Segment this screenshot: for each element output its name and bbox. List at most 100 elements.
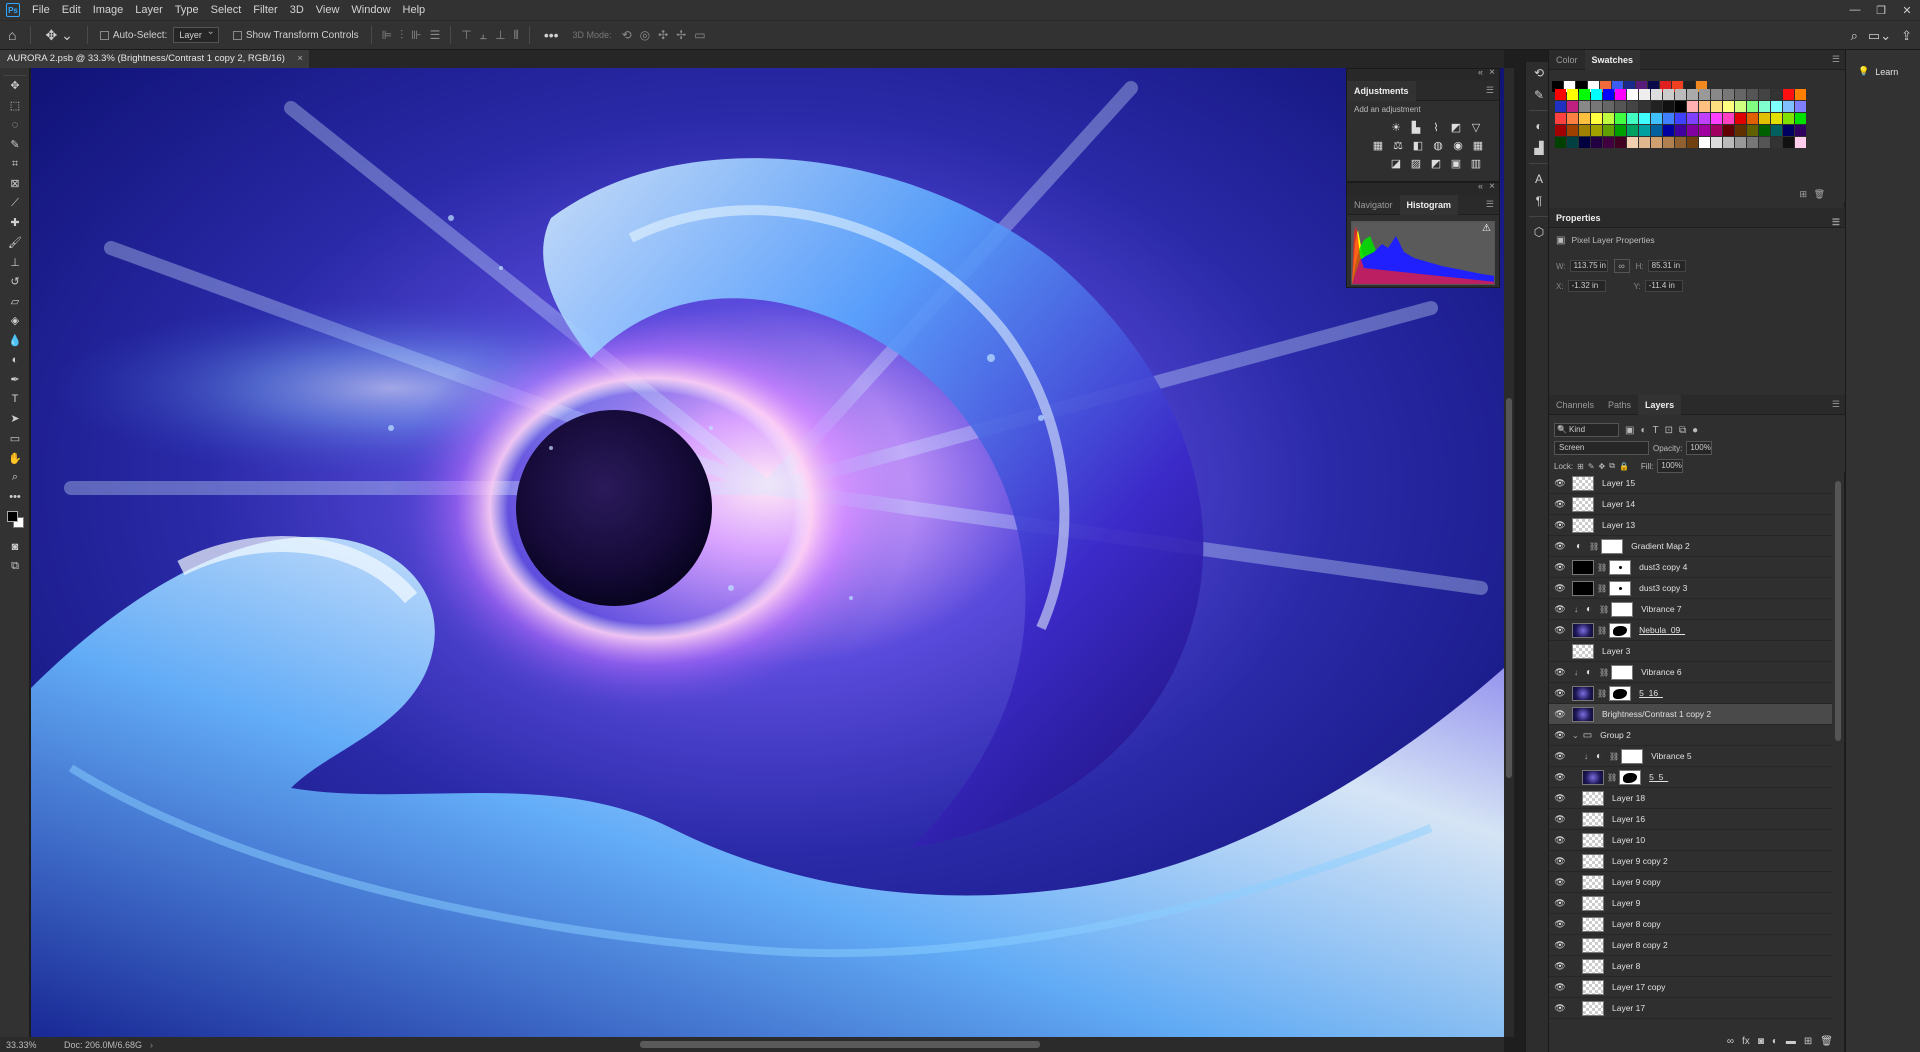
visibility-eye-icon[interactable]: 👁 (1552, 877, 1568, 888)
visibility-eye-icon[interactable]: 👁 (1552, 940, 1568, 951)
link-layers-icon[interactable]: ∞ (1727, 1036, 1734, 1047)
canvas-horizontal-scrollbar[interactable] (640, 1041, 1040, 1048)
swatch[interactable] (1555, 137, 1566, 148)
distribute-icon[interactable]: ☰ (426, 28, 445, 42)
layer-row[interactable]: 👁 Layer 9 copy (1549, 872, 1832, 893)
align-middle-icon[interactable]: ⫠ (476, 28, 491, 43)
swatch[interactable] (1663, 125, 1674, 136)
tab-color[interactable]: Color (1549, 50, 1585, 70)
blur-tool-icon[interactable]: 💧 (0, 331, 30, 351)
swatch[interactable] (1555, 125, 1566, 136)
swatch[interactable] (1651, 89, 1662, 100)
threshold-icon[interactable]: ◩ (1427, 154, 1445, 172)
swatch[interactable] (1579, 125, 1590, 136)
new-adjustment-icon[interactable]: ◐ (1772, 1036, 1778, 1047)
edit-toolbar-icon[interactable]: ••• (0, 487, 30, 507)
x-field[interactable]: -1.32 in (1567, 280, 1606, 292)
filter-shape-icon[interactable]: ⊡ (1665, 425, 1673, 436)
swatch[interactable] (1687, 101, 1698, 112)
visibility-eye-icon[interactable]: 👁 (1552, 856, 1568, 867)
fill-field[interactable]: 100% (1657, 459, 1684, 473)
invert-icon[interactable]: ◪ (1387, 154, 1405, 172)
swatch[interactable] (1771, 125, 1782, 136)
swatch[interactable] (1603, 137, 1614, 148)
search-icon[interactable]: ⌕ (1851, 28, 1858, 44)
share-icon[interactable]: ⇪ (1901, 28, 1912, 44)
swatch[interactable] (1699, 125, 1710, 136)
visibility-eye-icon[interactable]: 👁 (1552, 541, 1568, 552)
document-canvas[interactable] (31, 68, 1504, 1037)
transform-controls-checkbox[interactable]: Show Transform Controls (232, 30, 359, 41)
auto-select-dropdown[interactable]: Layer (173, 25, 219, 43)
swatch[interactable] (1759, 89, 1770, 100)
swatch[interactable] (1639, 89, 1650, 100)
visibility-eye-icon[interactable]: 👁 (1552, 583, 1568, 594)
filter-type-icon[interactable]: T (1653, 425, 1659, 436)
swatch[interactable] (1735, 125, 1746, 136)
vibrance-icon[interactable]: ▽ (1467, 118, 1485, 136)
swatch[interactable] (1579, 137, 1590, 148)
dodge-tool-icon[interactable]: ◐ (0, 350, 30, 370)
swatch[interactable] (1663, 137, 1674, 148)
layer-row[interactable]: 👁 ↓ ◐ ⛓ Vibrance 5 (1549, 746, 1832, 767)
rectangle-tool-icon[interactable]: ▭ (0, 429, 30, 449)
align-top-icon[interactable]: ⊤ (457, 28, 475, 42)
swatch[interactable] (1579, 89, 1590, 100)
swatch[interactable] (1615, 89, 1626, 100)
layer-row[interactable]: 👁 Layer 8 copy (1549, 914, 1832, 935)
black-white-icon[interactable]: ◧ (1409, 136, 1427, 154)
layer-row[interactable]: 👁 ⛓ 5_16_ (1549, 683, 1832, 704)
swatch[interactable] (1771, 89, 1782, 100)
visibility-eye-icon[interactable]: 👁 (1552, 1003, 1568, 1014)
swatch[interactable] (1639, 101, 1650, 112)
color-balance-icon[interactable]: ⚖ (1389, 136, 1407, 154)
distribute-vertical-icon[interactable]: ⦀ (510, 28, 523, 43)
visibility-eye-icon[interactable]: 👁 (1552, 751, 1568, 762)
visibility-eye-icon[interactable]: 👁 (1552, 961, 1568, 972)
visibility-eye-icon[interactable]: 👁 (1552, 478, 1568, 489)
visibility-eye-icon[interactable]: 👁 (1552, 604, 1568, 615)
swatch[interactable] (1591, 89, 1602, 100)
align-right-icon[interactable]: ⊪ (407, 28, 425, 42)
swatch[interactable] (1747, 125, 1758, 136)
status-arrow-icon[interactable]: › (150, 1040, 153, 1050)
color-lookup-icon[interactable]: ▦ (1469, 136, 1487, 154)
photo-filter-icon[interactable]: ◍ (1429, 136, 1447, 154)
swatch[interactable] (1795, 137, 1806, 148)
visibility-eye-icon[interactable]: 👁 (1552, 667, 1568, 678)
swatch[interactable] (1675, 125, 1686, 136)
swatch[interactable] (1723, 125, 1734, 136)
height-field[interactable]: 85.31 in (1647, 260, 1686, 272)
panel-title-bar[interactable]: « × (1347, 67, 1499, 81)
swatch[interactable] (1615, 101, 1626, 112)
swatch[interactable] (1711, 113, 1722, 124)
menu-window[interactable]: Window (345, 4, 396, 16)
history-brush-tool-icon[interactable]: ↺ (0, 272, 30, 292)
swatch[interactable] (1783, 137, 1794, 148)
tab-paths[interactable]: Paths (1601, 395, 1638, 415)
tab-layers[interactable]: Layers (1638, 394, 1682, 415)
posterize-icon[interactable]: ▨ (1407, 154, 1425, 172)
frame-tool-icon[interactable]: ⊠ (0, 174, 30, 194)
layer-row[interactable]: 👁 Layer 13 (1549, 515, 1832, 536)
visibility-eye-icon[interactable]: 👁 (1552, 814, 1568, 825)
warning-icon[interactable]: ⚠ (1482, 223, 1491, 234)
swatch[interactable] (1759, 137, 1770, 148)
swatch[interactable] (1651, 137, 1662, 148)
collapse-icon[interactable]: « (1478, 181, 1483, 191)
panel-menu-icon[interactable]: ☰ (1832, 399, 1840, 410)
layers-scrollbar[interactable] (1833, 473, 1843, 1013)
align-bottom-icon[interactable]: ⊥ (491, 28, 509, 42)
foreground-color[interactable] (7, 511, 18, 523)
close-tab-icon[interactable]: × (297, 50, 303, 68)
layer-row[interactable]: 👁 ↓ ◐ ⛓ Vibrance 7 (1549, 599, 1832, 620)
swatch[interactable] (1783, 101, 1794, 112)
swatch[interactable] (1699, 101, 1710, 112)
checkbox-box[interactable] (232, 30, 242, 40)
lock-position-icon[interactable]: ✥ (1599, 462, 1606, 471)
eyedropper-tool-icon[interactable]: ⟋ (0, 194, 30, 214)
swatch[interactable] (1579, 113, 1590, 124)
scroll-thumb[interactable] (1835, 481, 1841, 741)
panel-menu-icon[interactable]: ☰ (1832, 54, 1840, 65)
workspace-icon[interactable]: ▭⌄ (1868, 28, 1891, 44)
